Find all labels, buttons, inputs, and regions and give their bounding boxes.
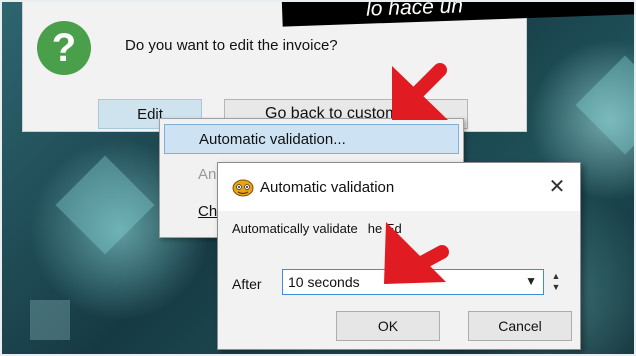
menu-item-label: An	[198, 165, 217, 183]
background-shape	[30, 300, 70, 340]
description-tail: he Ed	[367, 221, 402, 236]
background-shape	[575, 55, 636, 155]
automatic-validation-dialog: Automatic validation ✕ Automatically val…	[217, 162, 581, 350]
menu-item-label: Ch	[198, 202, 218, 220]
menu-item-automatic-validation[interactable]: Automatic validation...	[164, 124, 459, 154]
dialog-title: Automatic validation	[260, 179, 395, 196]
question-icon: ?	[37, 21, 91, 75]
app-icon	[232, 179, 254, 197]
spin-up-icon[interactable]: ▲	[552, 271, 561, 282]
cancel-button[interactable]: Cancel	[468, 311, 572, 341]
close-icon[interactable]: ✕	[544, 173, 570, 199]
banner-text: lo hace un	[365, 0, 464, 21]
delay-select[interactable]: 10 seconds ▼	[282, 269, 544, 295]
select-value: 10 seconds	[288, 274, 360, 290]
description-text: Automatically validate	[232, 221, 358, 236]
dialog-titlebar: Automatic validation ✕	[218, 163, 580, 211]
ok-button[interactable]: OK	[336, 311, 440, 341]
after-label: After	[232, 276, 262, 292]
spin-down-icon[interactable]: ▼	[552, 282, 561, 293]
dialog-question: Do you want to edit the invoice?	[125, 37, 338, 54]
background-shape	[55, 155, 155, 255]
dialog-description: Automatically validate he Ed	[232, 221, 402, 236]
dropdown-arrow-icon[interactable]: ▼	[525, 274, 537, 288]
spinner-control[interactable]: ▲ ▼	[548, 269, 564, 295]
menu-item-label: Automatic validation...	[199, 130, 346, 148]
